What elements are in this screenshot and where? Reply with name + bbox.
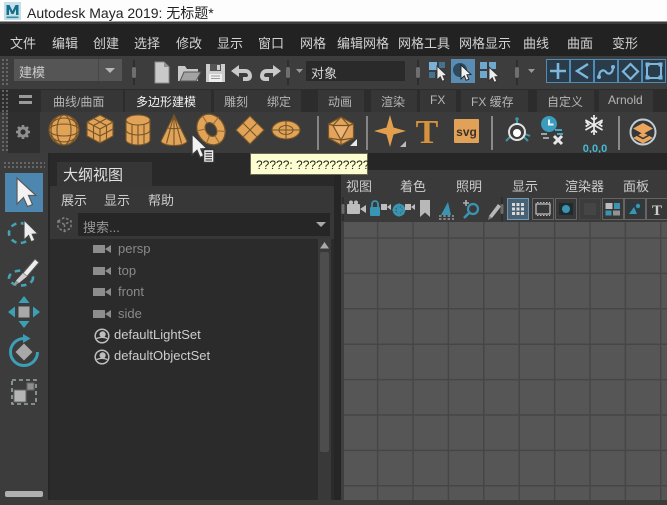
svg-text:0,0,0: 0,0,0 xyxy=(583,143,607,153)
svg-text:svg: svg xyxy=(456,125,477,139)
svg-text:T: T xyxy=(652,203,662,219)
svg-text:T: T xyxy=(416,114,439,151)
